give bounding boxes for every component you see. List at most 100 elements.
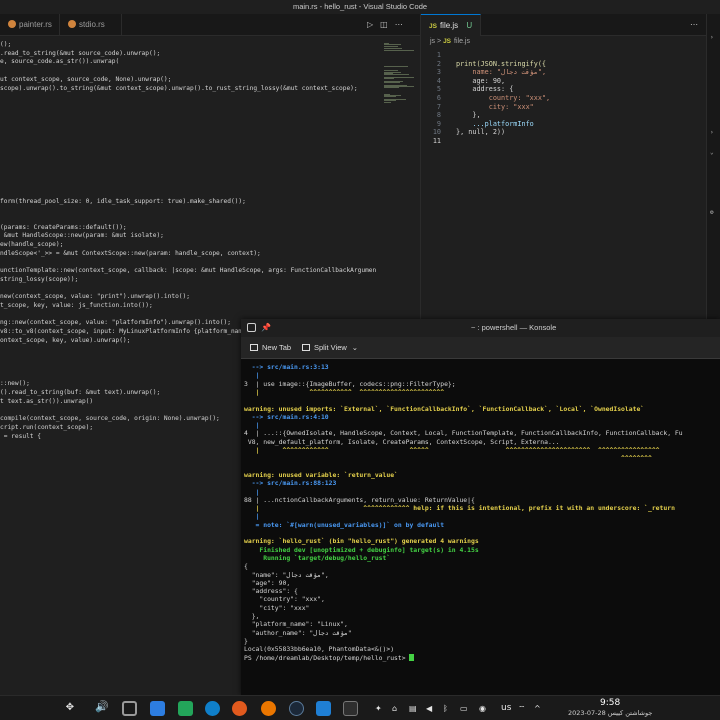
code-line: string_lossy(scope)); [0, 275, 79, 283]
more-actions-icon[interactable]: ⋯ [395, 20, 403, 29]
move-icon[interactable]: ✥ [66, 699, 81, 714]
terminal-line: "name": "مؤقت دجال", [244, 571, 329, 579]
line-number: 3 [436, 68, 441, 77]
battery-icon[interactable]: ▭ [460, 704, 468, 713]
js-code: city: "xxx" [456, 102, 534, 111]
clock-time[interactable]: 9:58 [600, 698, 620, 708]
terminal-text: warning: unused variable: `return_value` [244, 470, 398, 479]
line-number: 4 [436, 76, 441, 85]
terminal-text: Local(0x55833bb6ea10, PhantomData<&()>) [244, 645, 395, 654]
code-line: unctionTemplate::new(context_scope, call… [0, 267, 377, 275]
app-green-icon[interactable] [178, 701, 193, 716]
js-file-icon: JS [429, 23, 437, 30]
line-number: 10 [432, 128, 441, 137]
clipboard-icon[interactable]: ▤ [409, 704, 417, 713]
minimap-line [384, 74, 409, 76]
blender-icon[interactable] [261, 701, 276, 716]
tab-painter[interactable]: painter.rs [0, 14, 60, 36]
terminal-line: } [244, 637, 248, 645]
notifications-icon[interactable]: ◉ [479, 704, 486, 713]
terminal-text: = note: `#[warn(unused_variables)]` on b… [244, 520, 445, 529]
code-line: e, source_code.as_str()).unwrap( [0, 58, 120, 66]
system-tray-icon[interactable]: ✦ [375, 704, 382, 713]
split-view-button[interactable]: Split View ⌄ [302, 337, 358, 359]
terminal-line: warning: `hello_rust` (bin "hello_rust")… [244, 537, 479, 545]
terminal-line: Finished dev [unoptimized + debuginfo] t… [244, 546, 478, 554]
line-number: 1 [436, 51, 441, 59]
chevron-right-icon[interactable]: › [710, 129, 714, 136]
konsole-titlebar[interactable]: 📌 ~ : powershell — Konsole [241, 319, 720, 337]
line-number: 5 [436, 85, 441, 94]
clock-date[interactable]: 2023-07-28 جوشاشتن کییس [568, 709, 652, 717]
terminal-line: "platform_name": "Linux", [244, 620, 348, 628]
terminal-line: --> src/main.rs:3:13 [244, 363, 329, 371]
new-tab-icon [250, 344, 258, 351]
terminal-text: "country": "xxx", [244, 595, 325, 604]
gear-icon[interactable]: ⚙ [710, 209, 714, 216]
vscode-app-icon[interactable] [316, 701, 331, 716]
houdini-icon[interactable] [232, 701, 247, 716]
speaker-icon[interactable]: ◀ [426, 704, 432, 713]
new-tab-button[interactable]: New Tab [250, 337, 291, 359]
chevron-down-icon[interactable]: ⌄ [710, 149, 714, 156]
files-app-icon[interactable] [150, 701, 165, 716]
tab-label: file.js [439, 21, 459, 30]
terminal-line: "country": "xxx", [244, 595, 325, 604]
minimap-line [384, 66, 408, 68]
edge-browser-icon[interactable] [205, 701, 220, 716]
volume-icon[interactable]: 🔊 [95, 700, 110, 715]
konsole-title: ~ : powershell — Konsole [471, 323, 557, 332]
terminal-text: 88 | ...nctionCallbackArguments, return_… [244, 495, 475, 504]
terminal-line: 3 | use image::{ImageBuffer, codecs::png… [244, 380, 456, 388]
new-tab-label: New Tab [262, 343, 292, 352]
terminal-line: = note: `#[warn(unused_variables)]` on b… [244, 520, 445, 529]
breadcrumb-folder[interactable]: js [430, 38, 435, 45]
code-line: compile(context_scope, source_code, orig… [0, 415, 220, 423]
terminal-text: warning: unused imports: `External`, `Fu… [244, 404, 645, 413]
untracked-badge: U [466, 21, 473, 30]
breadcrumb-file[interactable]: file.js [454, 38, 470, 45]
terminal-line: warning: unused imports: `External`, `Fu… [244, 405, 644, 413]
code-line: t_scope, key, value: js_function.into())… [0, 302, 153, 309]
js-file-icon: JS [443, 38, 452, 45]
code-line: &mut HandleScope::new(param: &mut isolat… [0, 232, 164, 240]
bluetooth-icon[interactable]: ᛒ [443, 704, 448, 713]
js-line: 10}, null, 2)) [421, 128, 505, 137]
keyboard-layout[interactable]: us [501, 703, 511, 713]
split-view-label: Split View [314, 343, 347, 352]
konsole-app-icon[interactable] [247, 323, 256, 332]
code-line: ontext_scope, key, value).unwrap(); [0, 336, 131, 344]
steam-icon[interactable] [289, 701, 304, 716]
wifi-icon[interactable]: ⌔ [518, 704, 526, 714]
terminal-text: PS /home/dreamlab/Desktop/temp/hello_rus… [244, 653, 410, 662]
shell-prompt: PS /home/dreamlab/Desktop/temp/hello_rus… [244, 653, 415, 662]
tab-file-js[interactable]: JSfile.js U ✕ [421, 14, 481, 53]
terminal-output[interactable]: --> src/main.rs:3:13 | 3 | use image::{Im… [241, 361, 720, 695]
pin-icon[interactable]: 📌 [261, 319, 271, 337]
chevron-up-icon[interactable]: ^ [534, 704, 541, 713]
js-line: 4 age: 90, [421, 77, 505, 86]
run-icon[interactable]: ▷ [367, 20, 373, 29]
js-code: print(JSON.stringify({ [456, 59, 547, 68]
terminal-line: --> src/main.rs:4:10 [244, 413, 329, 421]
terminal-line: "address": { [244, 587, 298, 595]
split-editor-icon[interactable]: ◫ [380, 20, 388, 29]
network-icon[interactable]: ⌂ [392, 704, 397, 713]
tab-stdio[interactable]: stdio.rs [60, 14, 122, 36]
terminal-line: "city": "xxx" [244, 604, 309, 612]
more-actions-icon[interactable]: ⋯ [690, 20, 698, 29]
js-code: address: { [456, 85, 514, 94]
js-code: ...platformInfo [456, 119, 534, 128]
vscode-title: main.rs - hello_rust - Visual Studio Cod… [0, 0, 720, 14]
js-line: 1 [421, 51, 456, 60]
terminal-line: "author_name": "مؤقت دجال" [244, 629, 352, 637]
code-line: (); [0, 41, 12, 48]
terminal-cursor [409, 653, 415, 661]
terminal-line: | [244, 371, 260, 380]
terminal-text: | [244, 371, 260, 380]
chevron-right-icon[interactable]: › [710, 34, 714, 41]
js-editor[interactable]: 1 2 print(JSON.stringify({3 name: "مؤقت دج… [421, 48, 706, 320]
window-icon[interactable] [122, 701, 137, 716]
terminal-text: 3 | use image::{ImageBuffer, codecs::png… [244, 379, 456, 388]
konsole-app-icon[interactable] [343, 701, 358, 716]
